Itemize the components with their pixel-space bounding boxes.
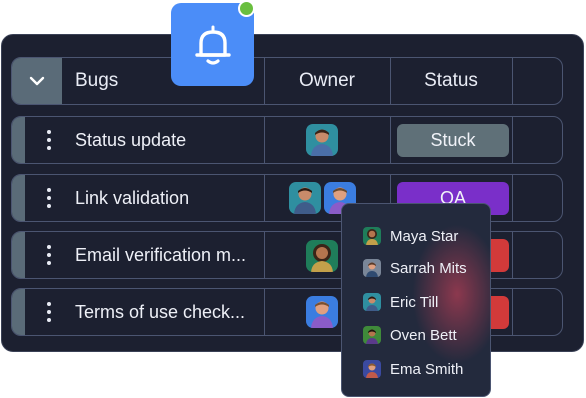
board-header: Bugs Owner Status <box>11 57 563 105</box>
avatar <box>363 227 381 245</box>
avatar-icon <box>366 229 378 245</box>
notification-indicator <box>238 0 255 17</box>
row-accent <box>12 289 25 335</box>
avatar[interactable] <box>306 124 338 156</box>
person-name: Oven Bett <box>390 326 457 344</box>
person-name: Ema Smith <box>390 360 464 378</box>
column-divider <box>264 175 265 221</box>
column-divider <box>264 289 265 335</box>
column-divider <box>512 175 513 221</box>
collapse-group-button[interactable] <box>12 58 62 104</box>
bell-icon <box>194 25 231 65</box>
avatar-icon <box>311 129 333 156</box>
column-divider <box>512 117 513 163</box>
list-item[interactable]: Sarrah Mits <box>363 258 467 278</box>
column-divider <box>390 117 391 163</box>
person-name: Eric Till <box>390 293 439 311</box>
avatar[interactable] <box>306 296 338 328</box>
drag-handle-icon[interactable] <box>42 128 56 152</box>
item-name[interactable]: Terms of use check... <box>75 289 245 335</box>
group-title[interactable]: Bugs <box>75 58 118 104</box>
item-name[interactable]: Status update <box>75 117 186 163</box>
row-accent <box>12 232 25 278</box>
avatar <box>363 259 381 277</box>
person-name: Sarrah Mits <box>390 259 467 277</box>
list-item[interactable]: Eric Till <box>363 292 438 312</box>
avatar <box>363 293 381 311</box>
avatar-icon <box>366 329 378 344</box>
column-header-status[interactable]: Status <box>390 58 512 104</box>
item-name[interactable]: Email verification m... <box>75 232 246 278</box>
avatar-icon <box>366 363 378 378</box>
column-divider <box>264 117 265 163</box>
avatar[interactable] <box>289 182 321 214</box>
item-name[interactable]: Link validation <box>75 175 189 221</box>
column-header-owner[interactable]: Owner <box>264 58 390 104</box>
avatar-icon <box>294 187 316 214</box>
avatar <box>363 326 381 344</box>
status-badge[interactable]: Stuck <box>397 124 509 157</box>
list-item[interactable]: Ema Smith <box>363 359 463 379</box>
drag-handle-icon[interactable] <box>42 300 56 324</box>
drag-handle-icon[interactable] <box>42 243 56 267</box>
avatar[interactable] <box>306 240 338 272</box>
column-divider <box>512 232 513 278</box>
avatar-icon <box>366 296 378 311</box>
column-divider <box>512 289 513 335</box>
list-item[interactable]: Oven Bett <box>363 325 457 345</box>
row-accent <box>12 175 25 221</box>
avatar-icon <box>311 301 333 328</box>
table-row[interactable]: Status update Stuck <box>11 116 563 164</box>
drag-handle-icon[interactable] <box>42 186 56 210</box>
avatar <box>363 360 381 378</box>
avatar-icon <box>311 244 333 272</box>
person-name: Maya Star <box>390 227 459 245</box>
list-item[interactable]: Maya Star <box>363 226 458 246</box>
chevron-down-icon <box>29 76 45 86</box>
column-divider <box>264 232 265 278</box>
column-divider <box>512 58 513 104</box>
avatar-icon <box>366 262 378 277</box>
row-accent <box>12 117 25 163</box>
people-dropdown: Maya Star Sarrah Mits Eric Till Oven Bet… <box>341 203 491 397</box>
